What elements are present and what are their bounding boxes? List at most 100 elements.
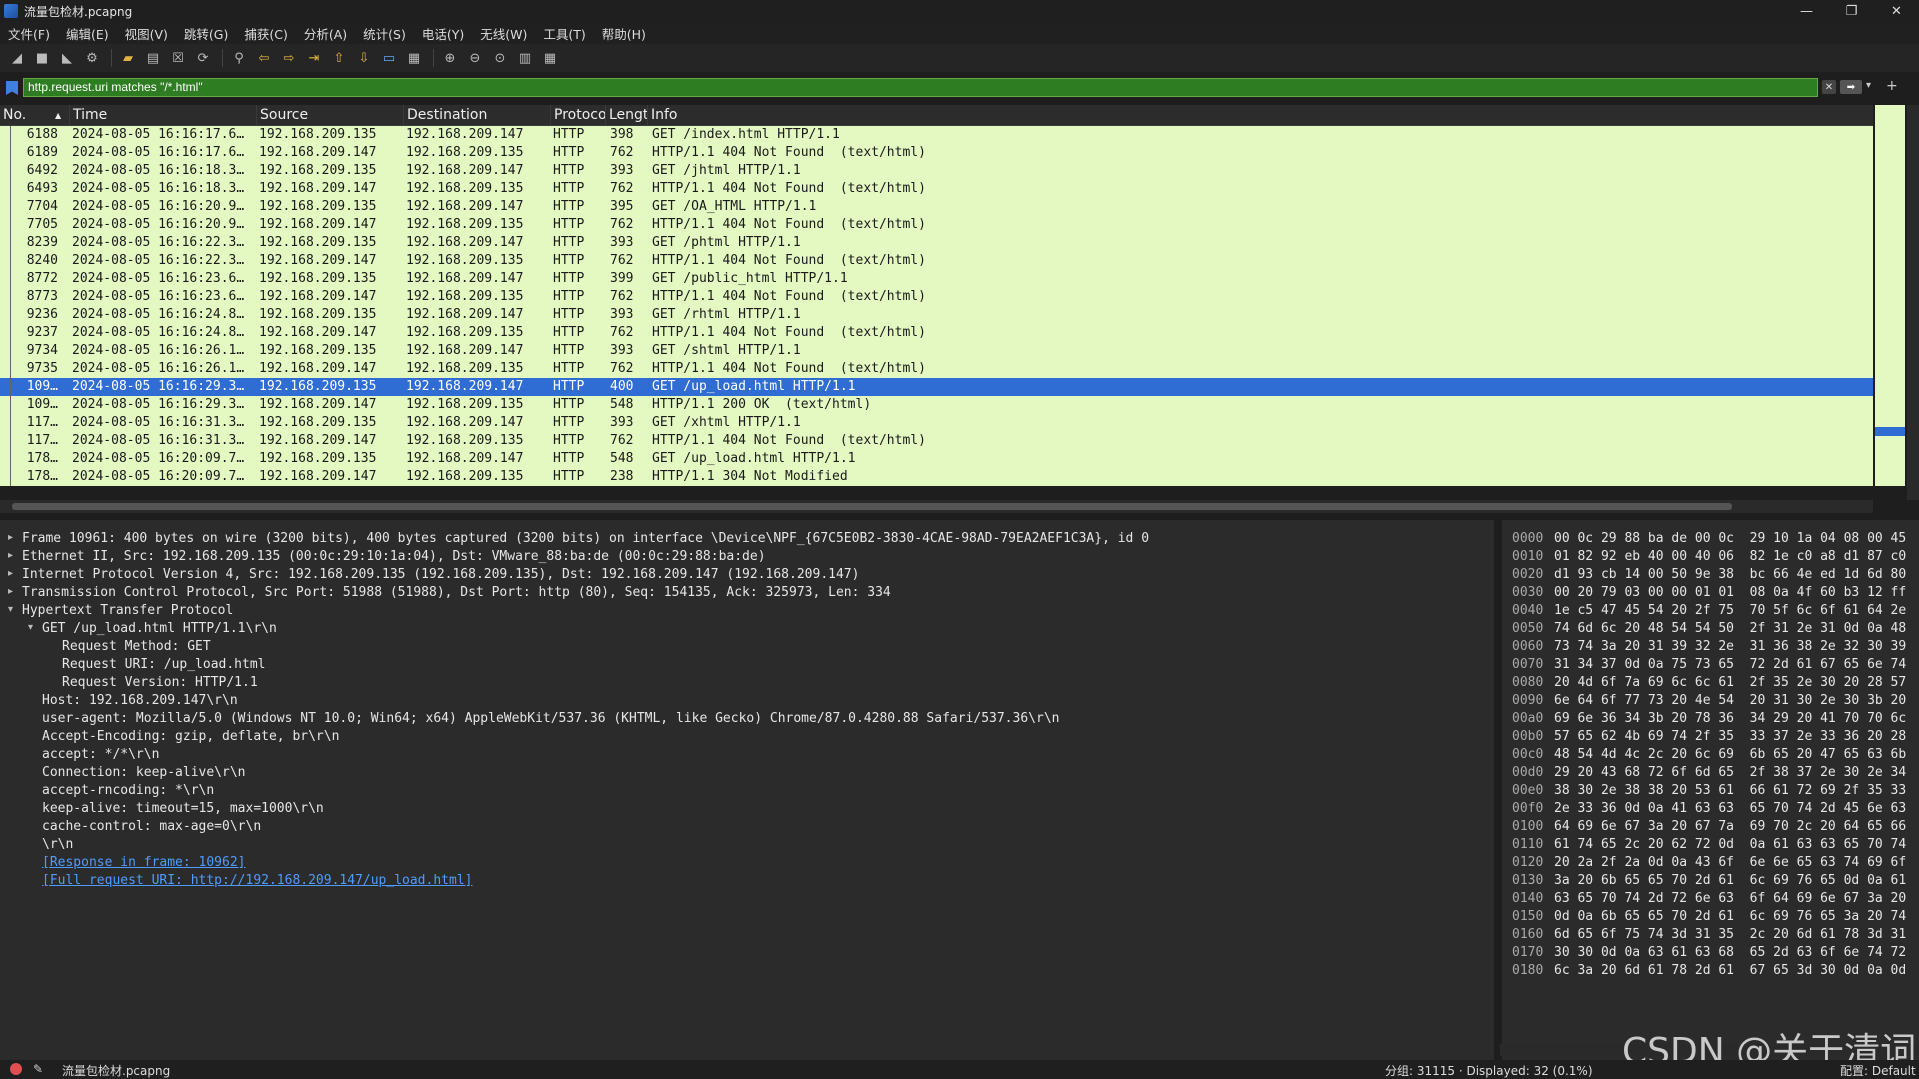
packet-row[interactable]: 7705 2024-08-05 16:16:20.9… 192.168.209.14… [0, 216, 1873, 234]
menu-edit[interactable]: 编辑(E) [58, 24, 117, 43]
menu-statistics[interactable]: 统计(S) [355, 24, 414, 43]
collapsed-arrow-icon[interactable]: ▸ [8, 568, 13, 579]
display-filter-input[interactable]: http.request.uri matches "/*.html" [23, 78, 1818, 97]
hex-bytes-line[interactable]: 01 82 92 eb 40 00 40 06 82 1e c0 a8 d1 8… [1554, 548, 1906, 566]
expanded-arrow-icon[interactable]: ▾ [8, 604, 13, 615]
apply-filter-button[interactable]: ➡ [1840, 80, 1862, 94]
packet-row[interactable]: 9734 2024-08-05 16:16:26.1… 192.168.209.13… [0, 342, 1873, 360]
hex-bytes-line[interactable]: 48 54 4d 4c 2c 20 6c 69 6b 65 20 47 65 6… [1554, 746, 1906, 764]
minimize-button[interactable]: — [1784, 0, 1829, 22]
column-header-no[interactable]: No. ▲ [0, 105, 70, 125]
column-header-destination[interactable]: Destination [404, 105, 551, 125]
hex-bytes-line[interactable]: 38 30 2e 38 38 20 53 61 66 61 72 69 2f 3… [1554, 782, 1906, 800]
column-header-protocol[interactable]: Protocol [551, 105, 606, 125]
detail-row[interactable]: Connection: keep-alive\r\n [42, 764, 246, 782]
packet-row[interactable]: 109… 2024-08-05 16:16:29.3… 192.168.209.13… [0, 378, 1873, 396]
packet-row[interactable]: 8239 2024-08-05 16:16:22.3… 192.168.209.13… [0, 234, 1873, 252]
find-packet-icon[interactable]: ⚲ [228, 47, 250, 69]
hex-bytes-line[interactable]: 6c 3a 20 6d 61 78 2d 61 67 65 3d 30 0d 0… [1554, 962, 1906, 980]
detail-row[interactable]: Request URI: /up_load.html [62, 656, 266, 674]
hex-bytes-line[interactable]: 00 0c 29 88 ba de 00 0c 29 10 1a 04 08 0… [1554, 530, 1906, 548]
hex-bytes-line[interactable]: 73 74 3a 20 31 39 32 2e 31 36 38 2e 32 3… [1554, 638, 1906, 656]
pane-splitter[interactable] [1494, 520, 1502, 1060]
detail-row[interactable]: Frame 10961: 400 bytes on wire (3200 bit… [22, 530, 1149, 548]
hex-bytes-line[interactable]: 2e 33 36 0d 0a 41 63 63 65 70 74 2d 45 6… [1554, 800, 1906, 818]
detail-row[interactable]: Request Method: GET [62, 638, 211, 656]
collapsed-arrow-icon[interactable]: ▸ [8, 586, 13, 597]
hex-bytes-line[interactable]: 00 20 79 03 00 00 01 01 08 0a 4f 60 b3 1… [1554, 584, 1906, 602]
packet-row[interactable]: 178… 2024-08-05 16:20:09.7… 192.168.209.14… [0, 468, 1873, 486]
detail-row[interactable]: GET /up_load.html HTTP/1.1\r\n [42, 620, 277, 638]
restart-capture-icon[interactable]: ◣ [56, 47, 78, 69]
add-filter-button[interactable]: + [1886, 78, 1898, 94]
packet-row[interactable]: 8240 2024-08-05 16:16:22.3… 192.168.209.14… [0, 252, 1873, 270]
auto-scroll-icon[interactable]: ▭ [378, 47, 400, 69]
detail-row[interactable]: cache-control: max-age=0\r\n [42, 818, 261, 836]
hscroll-thumb[interactable] [12, 503, 1732, 510]
hex-bytes-line[interactable]: 1e c5 47 45 54 20 2f 75 70 5f 6c 6f 61 6… [1554, 602, 1906, 620]
menu-analyze[interactable]: 分析(A) [296, 24, 355, 43]
column-header-info[interactable]: Info [648, 105, 1873, 125]
column-header-source[interactable]: Source [257, 105, 404, 125]
detail-row[interactable]: accept: */*\r\n [42, 746, 159, 764]
reload-file-icon[interactable]: ⟳ [192, 47, 214, 69]
hex-bytes-line[interactable]: 0d 0a 6b 65 65 70 2d 61 6c 69 76 65 3a 2… [1554, 908, 1906, 926]
hex-bytes-line[interactable]: 6e 64 6f 77 73 20 4e 54 20 31 30 2e 30 3… [1554, 692, 1906, 710]
packet-row[interactable]: 178… 2024-08-05 16:20:09.7… 192.168.209.13… [0, 450, 1873, 468]
clear-filter-button[interactable]: ✕ [1822, 80, 1836, 94]
packet-row[interactable]: 6188 2024-08-05 16:16:17.6… 192.168.209.13… [0, 126, 1873, 144]
packet-row[interactable]: 109… 2024-08-05 16:16:29.3… 192.168.209.14… [0, 396, 1873, 414]
hex-bytes-line[interactable]: 6d 65 6f 75 74 3d 31 35 2c 20 6d 61 78 3… [1554, 926, 1906, 944]
menu-file[interactable]: 文件(F) [0, 24, 58, 43]
menu-capture[interactable]: 捕获(C) [236, 24, 295, 43]
detail-row[interactable]: Internet Protocol Version 4, Src: 192.16… [22, 566, 859, 584]
detail-row[interactable]: Accept-Encoding: gzip, deflate, br\r\n [42, 728, 339, 746]
packet-row[interactable]: 6189 2024-08-05 16:16:17.6… 192.168.209.14… [0, 144, 1873, 162]
detail-row[interactable]: accept-rncoding: *\r\n [42, 782, 214, 800]
stop-capture-icon[interactable]: ■ [31, 47, 53, 69]
layout-icon[interactable]: ▦ [539, 47, 561, 69]
detail-row[interactable]: Host: 192.168.209.147\r\n [42, 692, 238, 710]
hex-bytes-line[interactable]: 30 30 0d 0a 63 61 63 68 65 2d 63 6f 6e 7… [1554, 944, 1906, 962]
capture-options-icon[interactable]: ⚙ [81, 47, 103, 69]
go-forward-icon[interactable]: ⇨ [278, 47, 300, 69]
packet-row[interactable]: 117… 2024-08-05 16:16:31.3… 192.168.209.14… [0, 432, 1873, 450]
save-file-icon[interactable]: ▤ [142, 47, 164, 69]
menu-wireless[interactable]: 无线(W) [472, 24, 535, 43]
resize-columns-icon[interactable]: ▥ [514, 47, 536, 69]
expanded-arrow-icon[interactable]: ▾ [28, 622, 33, 633]
packet-row[interactable]: 9237 2024-08-05 16:16:24.8… 192.168.209.14… [0, 324, 1873, 342]
packet-row[interactable]: 6492 2024-08-05 16:16:18.3… 192.168.209.13… [0, 162, 1873, 180]
hex-bytes-line[interactable]: 74 6d 6c 20 48 54 54 50 2f 31 2e 31 0d 0… [1554, 620, 1906, 638]
go-to-packet-icon[interactable]: ⇥ [303, 47, 325, 69]
detail-row[interactable]: Request Version: HTTP/1.1 [62, 674, 258, 692]
packet-row[interactable]: 6493 2024-08-05 16:16:18.3… 192.168.209.14… [0, 180, 1873, 198]
open-file-icon[interactable]: ▰ [117, 47, 139, 69]
zoom-out-icon[interactable]: ⊖ [464, 47, 486, 69]
hex-bytes-line[interactable]: d1 93 cb 14 00 50 9e 38 bc 66 4e ed 1d 6… [1554, 566, 1906, 584]
bookmark-icon[interactable] [6, 81, 18, 95]
column-header-time[interactable]: Time [70, 105, 257, 125]
hex-bytes-line[interactable]: 57 65 62 4b 69 74 2f 35 33 37 2e 33 36 2… [1554, 728, 1906, 746]
last-packet-icon[interactable]: ⇩ [353, 47, 375, 69]
menu-help[interactable]: 帮助(H) [594, 24, 654, 43]
filter-history-dropdown[interactable]: ▾ [1866, 80, 1871, 91]
start-capture-icon[interactable]: ◢ [6, 47, 28, 69]
hex-bytes-line[interactable]: 64 69 6e 67 3a 20 67 7a 69 70 2c 20 64 6… [1554, 818, 1906, 836]
detail-row[interactable]: keep-alive: timeout=15, max=1000\r\n [42, 800, 324, 818]
detail-link[interactable]: [Response in frame: 10962] [42, 854, 246, 872]
collapsed-arrow-icon[interactable]: ▸ [8, 532, 13, 543]
hex-bytes-line[interactable]: 20 4d 6f 7a 69 6c 6c 61 2f 35 2e 30 20 2… [1554, 674, 1906, 692]
packet-list-hscrollbar[interactable] [0, 500, 1873, 513]
hex-bytes-line[interactable]: 69 6e 36 34 3b 20 78 36 34 29 20 41 70 7… [1554, 710, 1906, 728]
column-header-length[interactable]: Length [606, 105, 648, 125]
hex-bytes-line[interactable]: 20 2a 2f 2a 0d 0a 43 6f 6e 6e 65 63 74 6… [1554, 854, 1906, 872]
colorize-icon[interactable]: ▦ [403, 47, 425, 69]
detail-row[interactable]: \r\n [42, 836, 73, 854]
detail-row[interactable]: Hypertext Transfer Protocol [22, 602, 233, 620]
hex-bytes-line[interactable]: 31 34 37 0d 0a 75 73 65 72 2d 61 67 65 6… [1554, 656, 1906, 674]
go-back-icon[interactable]: ⇦ [253, 47, 275, 69]
collapsed-arrow-icon[interactable]: ▸ [8, 550, 13, 561]
zoom-reset-icon[interactable]: ⊙ [489, 47, 511, 69]
menu-tools[interactable]: 工具(T) [535, 24, 593, 43]
